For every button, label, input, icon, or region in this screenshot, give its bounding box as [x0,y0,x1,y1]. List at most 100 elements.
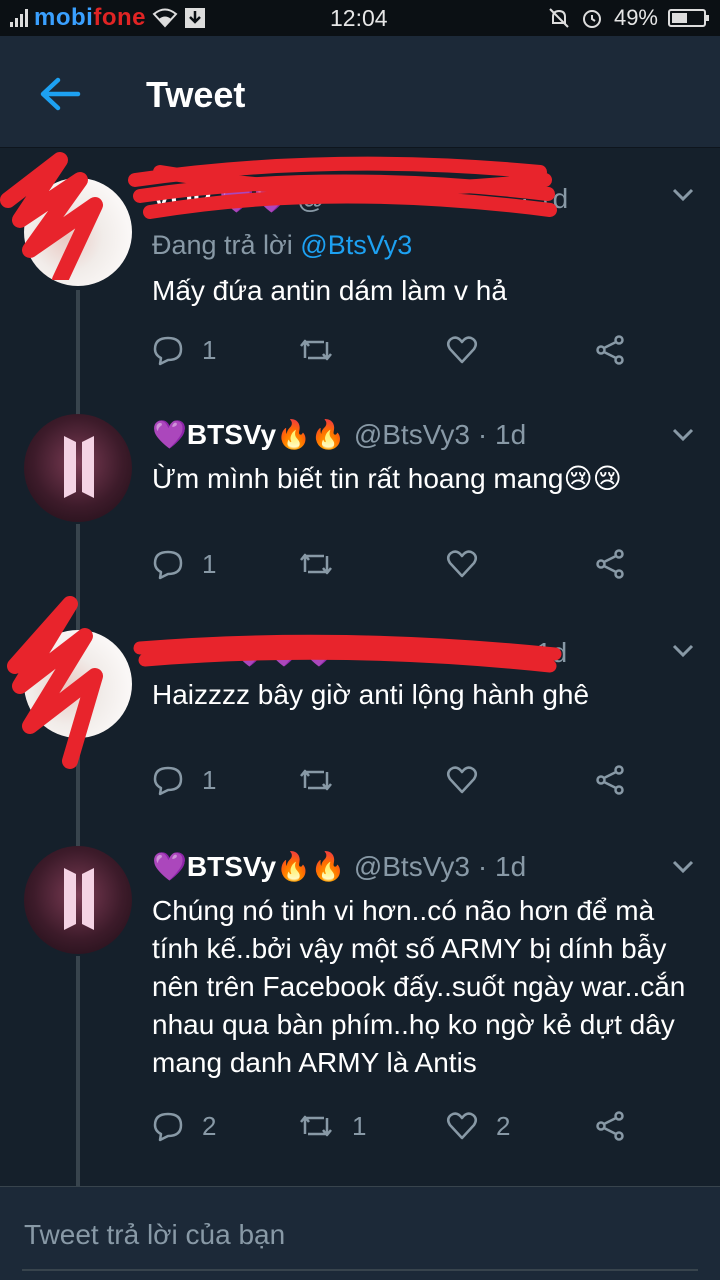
author-handle[interactable]: @ [297,183,325,215]
tweet-time: 1d [536,636,568,668]
reply-icon [153,336,183,366]
avatar[interactable] [24,414,132,522]
purple-heart-icon: 💜💜 [219,183,289,214]
reply-button[interactable]: 1 [152,334,216,366]
avatar[interactable] [24,178,132,286]
tweet-item[interactable]: VOP 💜💜 @ · 1d Đang trả lời @BtsVy3 Mấy đ… [0,150,720,390]
retweet-button[interactable] [298,764,352,796]
status-right: 49% [548,5,709,31]
share-button[interactable] [594,548,626,580]
tweet-time: · 1d [477,418,527,450]
share-button[interactable] [594,764,626,796]
carrier-name-part-a: mobi [34,4,94,31]
author-handle[interactable]: @BtsVy3 [354,419,470,451]
like-button[interactable] [446,548,496,580]
arrow-left-icon[interactable] [38,76,82,112]
retweet-icon [300,553,332,575]
top-app-bar: Tweet [0,36,720,148]
tweet-time: · 1d [520,182,569,214]
author-name[interactable]: VOP [152,183,211,215]
share-icon [596,335,624,365]
status-time: 12:04 [330,5,388,31]
heart-icon [447,336,477,364]
reply-icon [153,766,183,796]
reply-button[interactable]: 2 [152,1110,216,1142]
like-button[interactable]: 2 [446,1110,510,1142]
chevron-down-icon[interactable] [672,644,694,658]
carrier-name: mobifone [34,4,146,32]
tweet-item[interactable]: 💜BTSVy🔥🔥 @BtsVy3 · 1d Chúng nó tinh vi h… [0,822,720,1186]
reply-input[interactable] [24,1215,664,1255]
avatar[interactable] [24,846,132,954]
tweet-byline: 💜💜💜 1d [152,636,567,669]
tweet-byline: 💜BTSVy🔥🔥 @BtsVy3 · 1d [152,850,526,883]
chevron-down-icon[interactable] [672,860,694,874]
tweet-text: Ừm mình biết tin rất hoang mang😢😢 [152,463,622,494]
like-count: 2 [496,1110,511,1141]
heart-icon [447,550,477,578]
retweet-icon [300,339,332,361]
alarm-icon [582,10,601,28]
page-title: Tweet [146,74,246,115]
reply-count: 2 [202,1110,217,1141]
share-icon [596,765,624,795]
author-name[interactable]: 💜BTSVy🔥🔥 [152,418,346,451]
tweet-actions: 1 [152,548,652,588]
purple-heart-icon: 💜💜💜 [232,637,337,668]
retweet-button[interactable] [298,548,352,580]
reply-count: 1 [202,764,217,795]
retweet-count: 1 [352,1110,367,1141]
author-handle[interactable]: @BtsVy3 [354,851,470,883]
reply-button[interactable]: 1 [152,764,216,796]
retweet-button[interactable] [298,334,352,366]
chevron-down-icon[interactable] [672,428,694,442]
tweet-item[interactable]: 💜BTSVy🔥🔥 @BtsVy3 · 1d Ừm mình biết tin r… [0,390,720,606]
battery-icon [668,9,709,27]
tweet-actions: 2 1 2 [152,1110,652,1150]
bell-muted-icon [549,8,569,28]
battery-fill [672,13,687,23]
tweet-time: · 1d [477,850,527,882]
tweet-text: Haizzzz bây giờ anti lộng hành ghê [152,679,590,710]
tweet-byline: VOP 💜💜 @ · 1d [152,182,568,215]
share-icon [596,1111,624,1141]
author-name[interactable]: 💜BTSVy🔥🔥 [152,850,346,883]
bts-logo-icon [64,868,94,930]
reply-input-underline [22,1269,698,1271]
retweet-icon [300,1115,332,1137]
tweet-actions: 1 [152,334,652,374]
download-notification-icon [185,8,205,28]
tweet-actions: 1 [152,764,652,804]
reply-icon [153,550,183,580]
retweet-button[interactable]: 1 [298,1110,366,1142]
share-button[interactable] [594,334,626,366]
reply-count: 1 [202,334,217,365]
heart-icon [447,766,477,794]
status-bar: mobifone 12:04 49% [0,0,720,36]
carrier-name-part-b: fone [93,4,146,31]
share-icon [596,549,624,579]
wifi-icon [152,8,178,28]
reply-count: 1 [202,548,217,579]
reply-button[interactable]: 1 [152,548,216,580]
replying-to-handle[interactable]: @BtsVy3 [300,230,412,260]
status-left: mobifone [10,4,310,32]
replying-to-label: Đang trả lời [152,230,293,260]
like-button[interactable] [446,334,496,366]
tweet-text: Mấy đứa antin dám làm v hả [152,275,507,306]
tweet-byline: 💜BTSVy🔥🔥 @BtsVy3 · 1d [152,418,526,451]
tweet-item[interactable]: 💜💜💜 1d Haizzzz bây giờ anti lộng hành gh… [0,606,720,822]
tweet-text: Chúng nó tinh vi hơn..có não hơn để mà t… [152,895,686,1078]
share-button[interactable] [594,1110,626,1142]
avatar[interactable] [24,630,132,738]
battery-percent: 49% [613,5,658,30]
heart-icon [447,1112,477,1140]
reply-icon [153,1112,183,1142]
chevron-down-icon[interactable] [672,188,694,202]
retweet-icon [300,769,332,791]
signal-icon [10,9,28,27]
like-button[interactable] [446,764,496,796]
replying-to: Đang trả lời @BtsVy3 [152,230,412,261]
bts-logo-icon [64,436,94,498]
reply-composer [0,1186,720,1280]
